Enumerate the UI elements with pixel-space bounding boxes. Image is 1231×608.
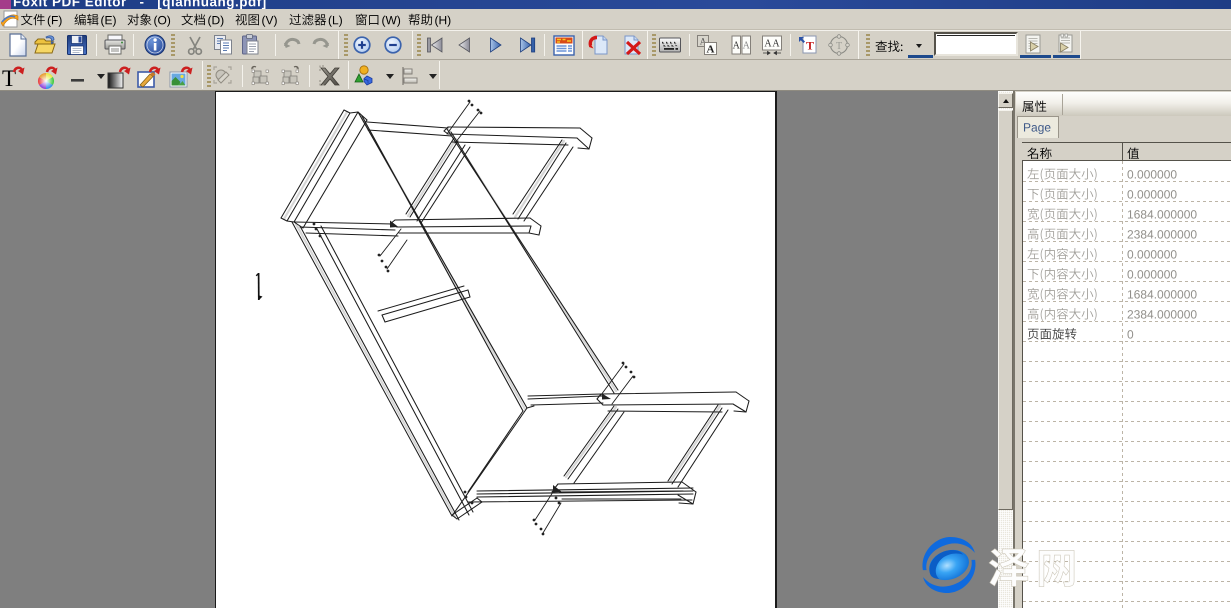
svg-text:A: A <box>733 41 741 52</box>
svg-text:T: T <box>806 39 814 53</box>
svg-text:A: A <box>764 39 772 50</box>
svg-text:T: T <box>836 41 842 52</box>
svg-text:A: A <box>743 41 751 52</box>
svg-text:A: A <box>772 39 780 50</box>
svg-text:A: A <box>707 44 715 56</box>
